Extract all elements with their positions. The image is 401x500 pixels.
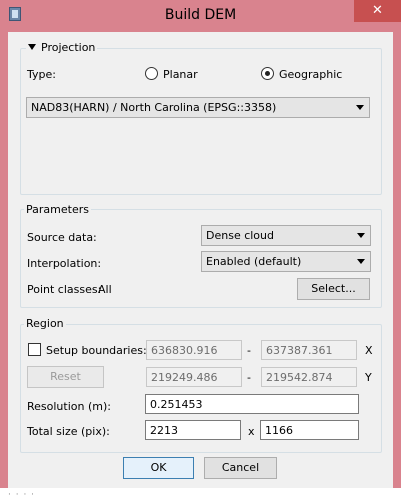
dialog-title: Build DEM [164, 7, 237, 23]
x-axis-label: X [365, 344, 373, 357]
collapse-triangle-icon[interactable] [28, 44, 36, 50]
point-classes-value: All [98, 283, 112, 296]
parameters-title: Parameters [24, 203, 91, 216]
underlying-window-edge: · · · · [0, 488, 401, 500]
point-classes-label: Point classes: [27, 283, 102, 296]
source-data-dropdown[interactable]: Dense cloud [201, 225, 371, 246]
cancel-button[interactable]: Cancel [204, 457, 277, 479]
chevron-down-icon [357, 259, 365, 264]
size-height-field[interactable]: 1166 [260, 420, 359, 440]
y-max-field[interactable]: 219542.874 [261, 367, 357, 387]
geographic-radio[interactable] [261, 67, 274, 80]
setup-boundaries-checkbox[interactable] [28, 343, 41, 356]
region-title: Region [24, 317, 66, 330]
y-axis-label: Y [365, 371, 372, 384]
ok-button[interactable]: OK [123, 457, 194, 479]
interpolation-dropdown[interactable]: Enabled (default) [201, 251, 371, 272]
type-label: Type: [27, 68, 56, 81]
size-width-field[interactable]: 2213 [145, 420, 241, 440]
chevron-down-icon [357, 233, 365, 238]
interpolation-value: Enabled (default) [206, 255, 302, 268]
dialog-body: Projection Type: Planar Geographic NAD83… [8, 32, 393, 488]
planar-radio[interactable] [145, 67, 158, 80]
projection-title-label: Projection [41, 41, 96, 54]
crs-dropdown[interactable]: NAD83(HARN) / North Carolina (EPSG::3358… [26, 97, 370, 118]
resolution-label: Resolution (m): [27, 400, 111, 413]
resolution-field[interactable]: 0.251453 [145, 394, 359, 414]
close-icon: ✕ [372, 3, 383, 18]
title-bar[interactable]: Build DEM ✕ [0, 0, 401, 32]
y-range-dash: - [247, 371, 251, 384]
geographic-label[interactable]: Geographic [279, 68, 342, 81]
size-separator: x [248, 425, 255, 438]
source-data-label: Source data: [27, 231, 97, 244]
y-min-field[interactable]: 219249.486 [146, 367, 242, 387]
projection-group-title[interactable]: Projection [26, 41, 98, 54]
crs-value: NAD83(HARN) / North Carolina (EPSG::3358… [31, 101, 277, 114]
select-classes-button[interactable]: Select... [297, 278, 370, 300]
dialog-window: Build DEM ✕ Projection Type: Planar Geog… [0, 0, 401, 500]
chevron-down-icon [356, 105, 364, 110]
planar-label[interactable]: Planar [163, 68, 198, 81]
interpolation-label: Interpolation: [27, 257, 102, 270]
setup-boundaries-label[interactable]: Setup boundaries: [46, 344, 147, 357]
source-data-value: Dense cloud [206, 229, 274, 242]
reset-button[interactable]: Reset [27, 366, 104, 388]
close-button[interactable]: ✕ [354, 0, 401, 22]
total-size-label: Total size (pix): [27, 425, 110, 438]
x-range-dash: - [247, 344, 251, 357]
x-min-field[interactable]: 636830.916 [146, 340, 242, 360]
x-max-field[interactable]: 637387.361 [261, 340, 357, 360]
